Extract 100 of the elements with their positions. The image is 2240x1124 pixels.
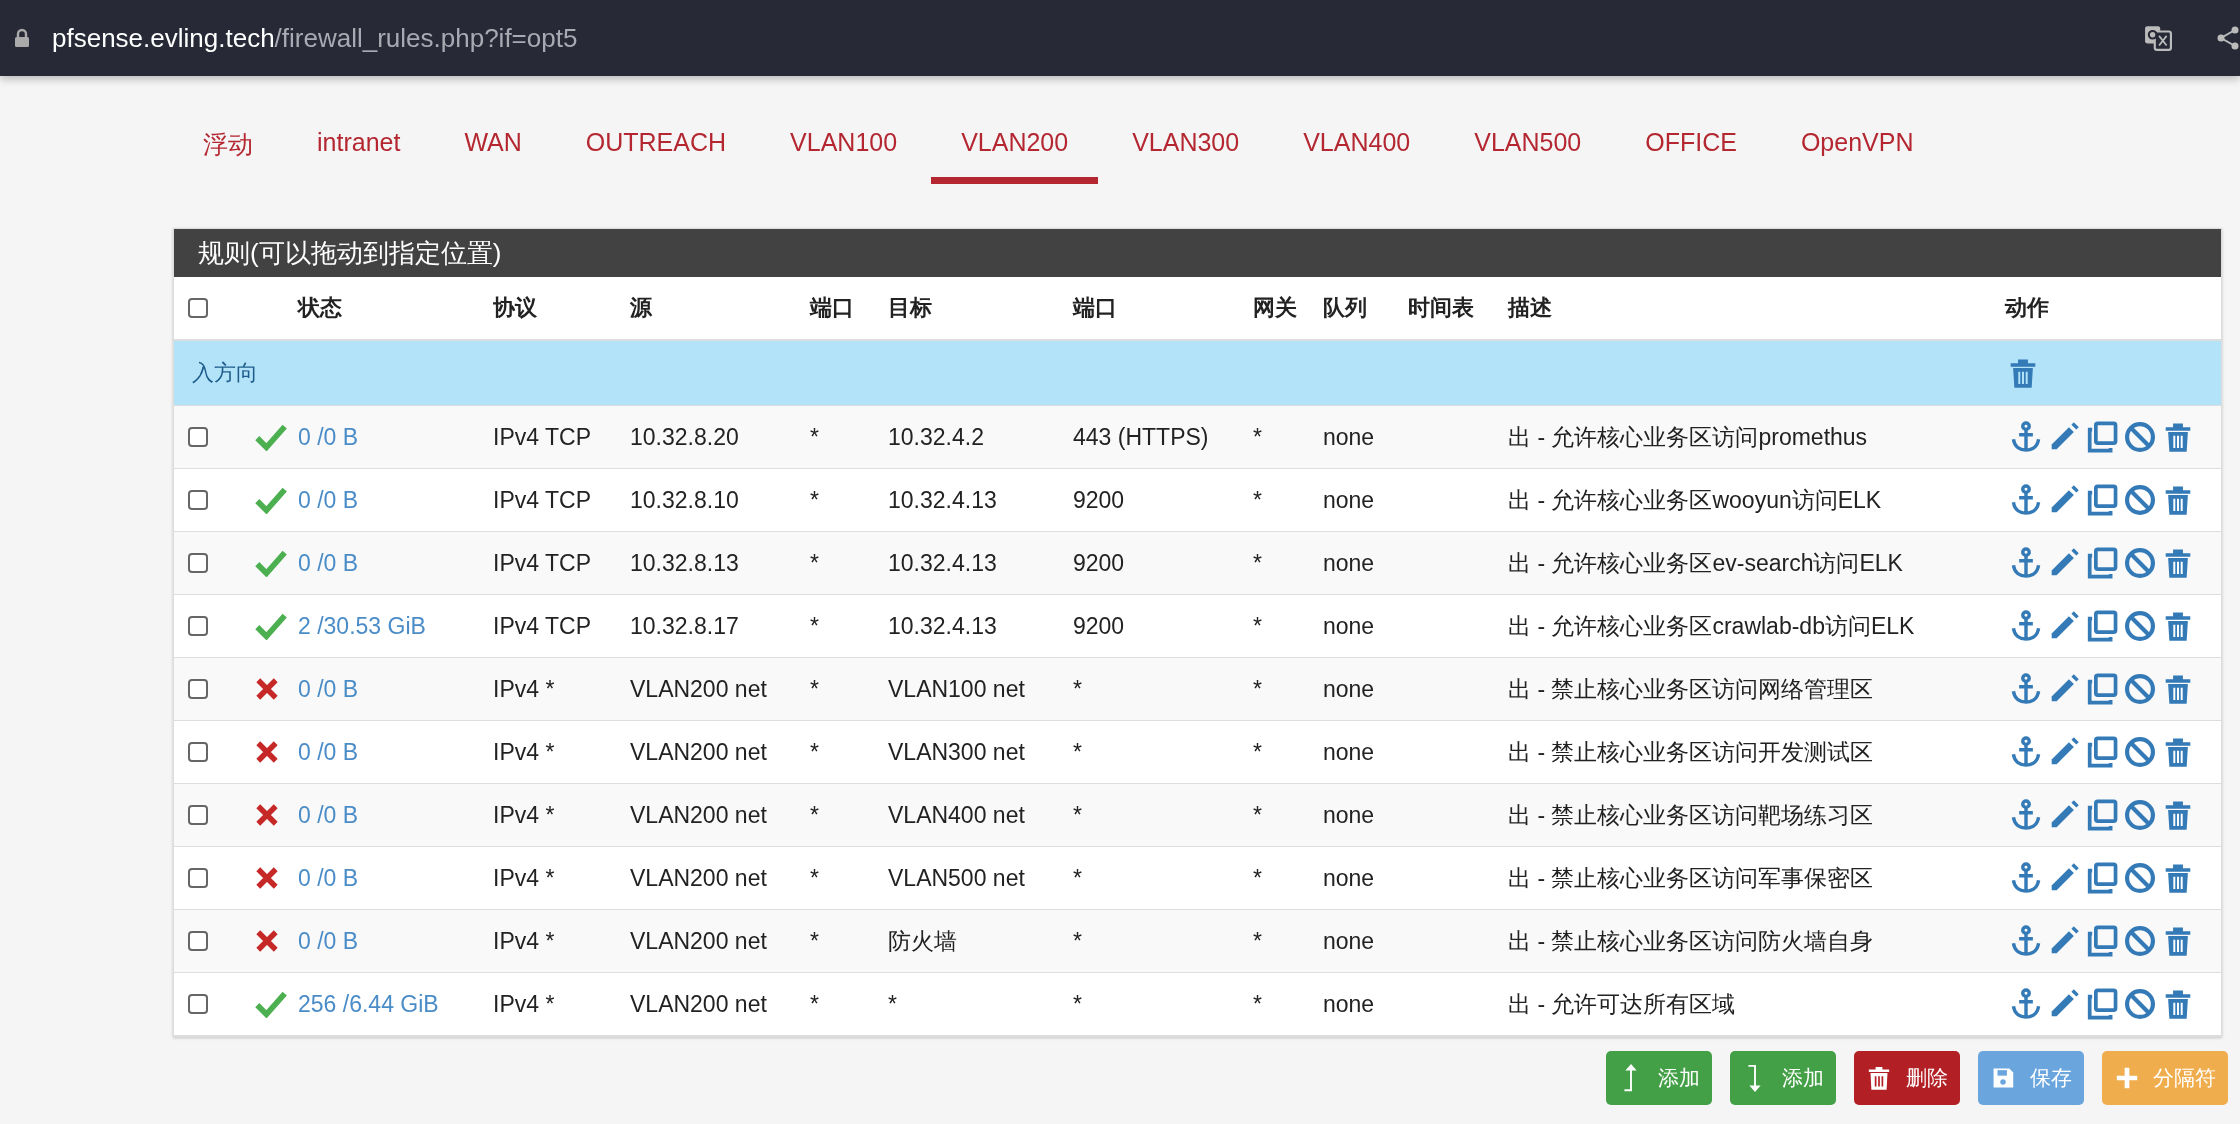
column-header: 源 [630,294,652,322]
anchor-icon[interactable] [2010,547,2042,579]
table-cell-text: 出 - 禁止核心业务区访问军事保密区 [1508,863,1874,893]
table-cell: 443 (HTTPS) [1073,423,1209,451]
copy-icon[interactable] [2086,673,2118,705]
table-cell-text: 防火墙 [888,926,957,956]
save-button[interactable]: 保存 [1978,1051,2084,1105]
row-checkbox[interactable] [188,931,208,951]
ban-icon[interactable] [2124,484,2156,516]
ban-icon[interactable] [2124,862,2156,894]
states-link[interactable]: 0 /0 B [298,801,359,829]
row-checkbox[interactable] [188,805,208,825]
table-cell: none [1323,486,1375,514]
states-link[interactable]: 0 /0 B [298,423,359,451]
interface-tab[interactable]: WAN [434,128,552,184]
anchor-icon[interactable] [2010,736,2042,768]
ban-icon[interactable] [2124,673,2156,705]
anchor-icon[interactable] [2010,484,2042,516]
select-all-checkbox[interactable] [188,298,208,318]
ban-icon[interactable] [2124,421,2156,453]
ban-icon[interactable] [2124,988,2156,1020]
table-cell: * [810,612,819,640]
table-cell: * [810,801,819,829]
states-link[interactable]: 0 /0 B [298,864,359,892]
anchor-icon[interactable] [2010,862,2042,894]
states-link[interactable]: 0 /0 B [298,486,359,514]
table-cell: * [810,423,819,451]
copy-icon[interactable] [2086,610,2118,642]
separator-button[interactable]: 分隔符 [2102,1051,2228,1105]
row-checkbox[interactable] [188,490,208,510]
table-cell: 9200 [1073,549,1125,577]
row-checkbox[interactable] [188,868,208,888]
copy-icon[interactable] [2086,925,2118,957]
table-cell: * [810,486,819,514]
row-checkbox[interactable] [188,742,208,762]
interface-tab[interactable]: VLAN300 [1102,128,1270,184]
interface-tab[interactable]: intranet [287,128,431,184]
ban-icon[interactable] [2124,925,2156,957]
check-icon [255,990,287,1018]
table-cell: * [1253,423,1262,451]
states-link[interactable]: 256 /6.44 GiB [298,990,439,1018]
anchor-icon[interactable] [2010,421,2042,453]
states-link[interactable]: 0 /0 B [298,675,359,703]
translate-icon[interactable] [2144,25,2172,51]
column-header: 目标 [888,294,932,322]
row-checkbox[interactable] [188,427,208,447]
add-top-button[interactable]: 添加 [1606,1051,1712,1105]
interface-tab[interactable]: VLAN100 [760,128,928,184]
copy-icon[interactable] [2086,421,2118,453]
interface-tab[interactable]: OpenVPN [1770,128,1944,184]
anchor-icon[interactable] [2010,799,2042,831]
table-cell: * [810,549,819,577]
table-cell: IPv4 * [493,801,555,829]
copy-icon[interactable] [2086,988,2118,1020]
row-checkbox[interactable] [188,679,208,699]
anchor-icon[interactable] [2010,925,2042,957]
copy-icon[interactable] [2086,547,2118,579]
column-header: 描述 [1508,294,1552,322]
states-link[interactable]: 0 /0 B [298,927,359,955]
share-icon[interactable] [2216,25,2240,51]
table-cell-text: 出 - 允许核心业务区wooyun访问ELK [1508,485,1882,515]
table-cell: IPv4 TCP [493,423,591,451]
address-bar[interactable]: pfsense.evling.tech/firewall_rules.php?if=opt5 [52,22,578,54]
interface-tab[interactable]: VLAN400 [1273,128,1441,184]
interface-tab[interactable]: OUTREACH [555,128,757,184]
table-cell: * [1073,675,1082,703]
interface-tab[interactable]: VLAN200 [931,128,1099,184]
states-link[interactable]: 2 /30.53 GiB [298,612,426,640]
cross-icon [255,803,279,827]
copy-icon[interactable] [2086,736,2118,768]
interface-tab[interactable]: OFFICE [1615,128,1767,184]
copy-icon[interactable] [2086,484,2118,516]
states-link[interactable]: 0 /0 B [298,738,359,766]
table-cell: 10.32.8.20 [630,423,739,451]
anchor-icon[interactable] [2010,988,2042,1020]
table-cell: 10.32.4.13 [888,486,997,514]
add-bottom-button[interactable]: 添加 [1730,1051,1836,1105]
ban-icon[interactable] [2124,736,2156,768]
row-checkbox[interactable] [188,616,208,636]
table-cell: VLAN200 net [630,801,767,829]
row-checkbox[interactable] [188,553,208,573]
interface-tab[interactable]: 浮动 [173,128,283,184]
interface-tab[interactable]: VLAN500 [1444,128,1612,184]
ban-icon[interactable] [2124,799,2156,831]
row-checkbox[interactable] [188,994,208,1014]
table-cell: 10.32.8.10 [630,486,739,514]
table-cell: VLAN200 net [630,675,767,703]
column-header: 动作 [2005,294,2049,322]
copy-icon[interactable] [2086,862,2118,894]
anchor-icon[interactable] [2010,673,2042,705]
table-cell: none [1323,927,1375,955]
delete-button[interactable]: 删除 [1854,1051,1960,1105]
ban-icon[interactable] [2124,610,2156,642]
ban-icon[interactable] [2124,547,2156,579]
table-cell: * [810,927,819,955]
section-label: 入方向 [192,359,259,387]
column-header: 队列 [1323,294,1367,322]
copy-icon[interactable] [2086,799,2118,831]
states-link[interactable]: 0 /0 B [298,549,359,577]
anchor-icon[interactable] [2010,610,2042,642]
